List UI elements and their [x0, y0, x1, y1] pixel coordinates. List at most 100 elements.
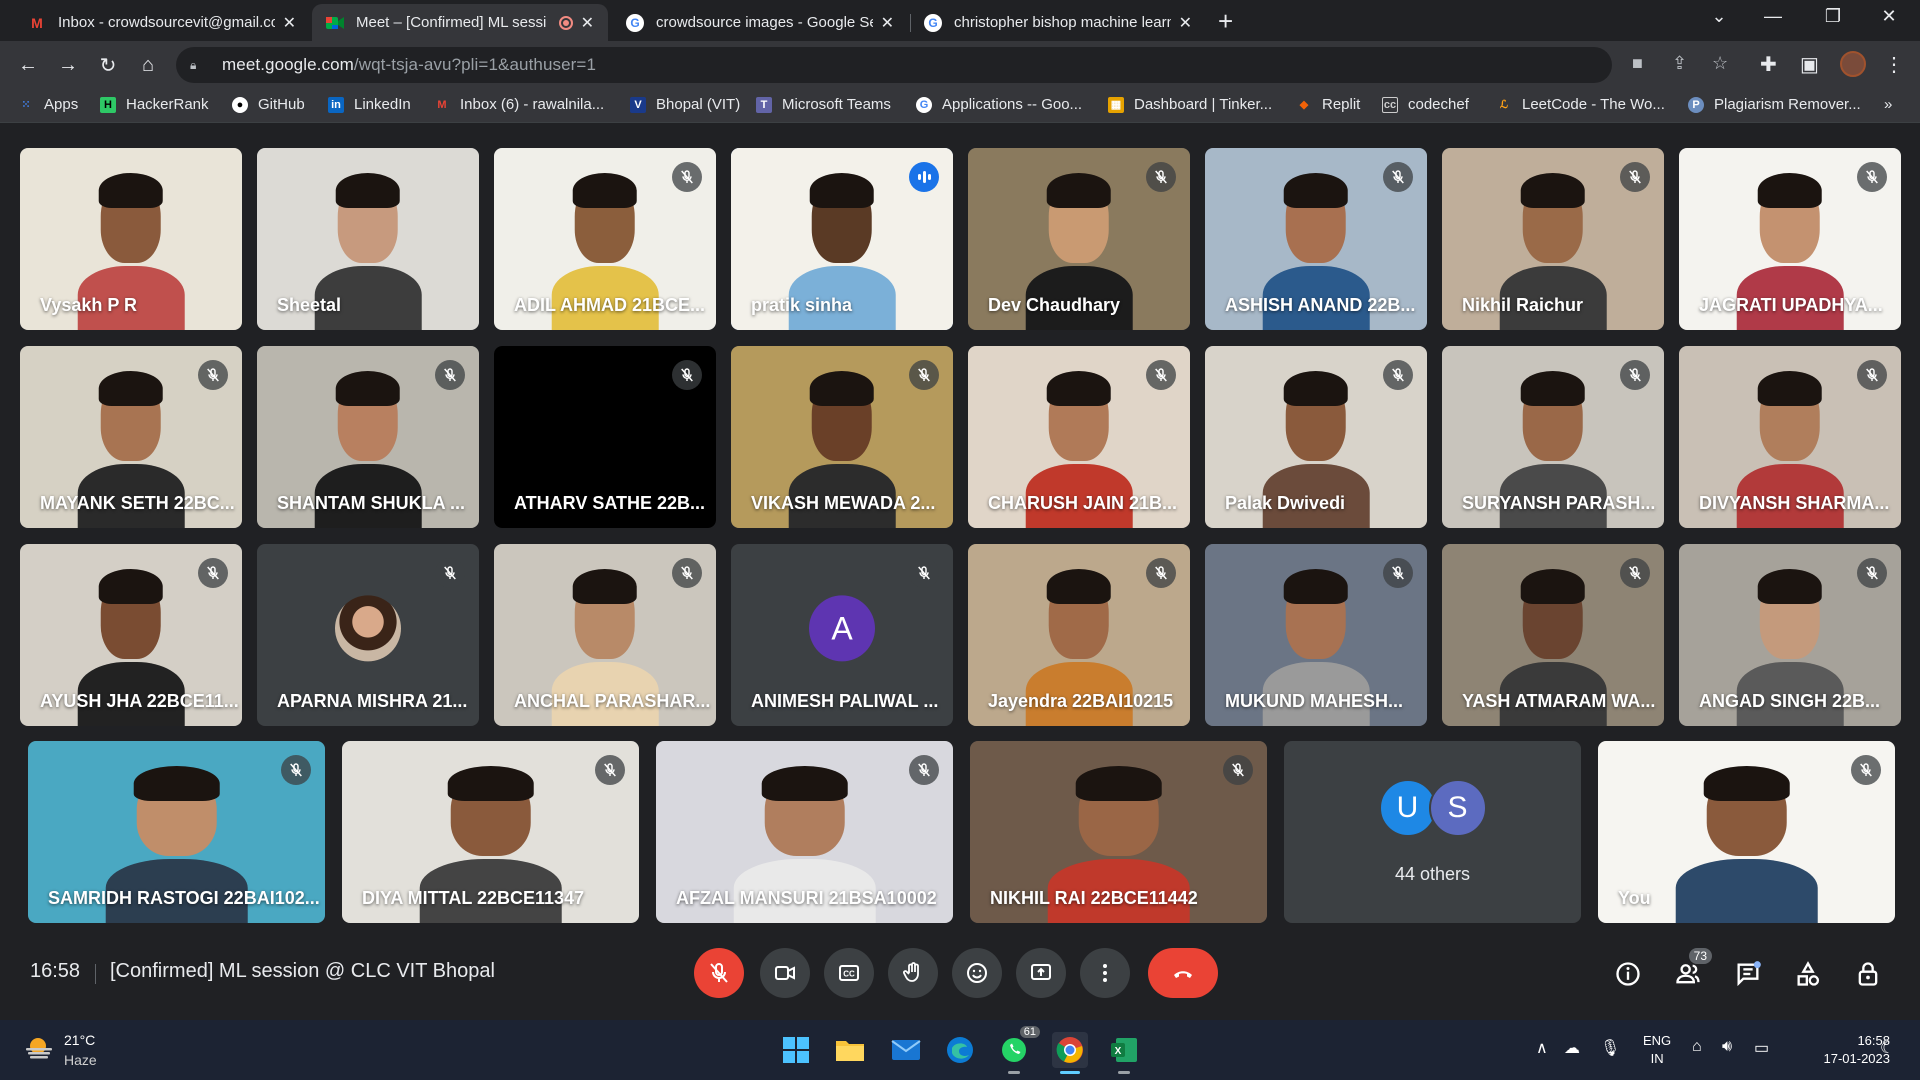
- participant-tile[interactable]: Jayendra 22BAI10215: [968, 544, 1190, 726]
- lock-icon[interactable]: 🔒︎: [190, 58, 204, 72]
- bookmark-applications[interactable]: G Applications -- Goo...: [916, 96, 1082, 113]
- bookmark-leetcode[interactable]: ℒ LeetCode - The Wo...: [1496, 96, 1665, 113]
- extensions-puzzle-icon[interactable]: ✚: [1760, 52, 1777, 77]
- participant-tile[interactable]: Nikhil Raichur: [1442, 148, 1664, 330]
- tab-google-search-crowdsource[interactable]: G crowdsource images - Google Se ✕: [612, 4, 908, 41]
- edge-browser-button[interactable]: [942, 1032, 978, 1068]
- bookmark-tinkercad[interactable]: ▦ Dashboard | Tinker...: [1108, 96, 1272, 113]
- forward-icon[interactable]: →: [54, 51, 82, 79]
- file-explorer-button[interactable]: [832, 1032, 868, 1068]
- participant-tile[interactable]: YASH ATMARAM WA...: [1442, 544, 1664, 726]
- reload-icon[interactable]: ↻: [94, 51, 122, 79]
- profile-avatar[interactable]: [1840, 51, 1866, 77]
- whatsapp-button[interactable]: 61: [996, 1026, 1040, 1074]
- tab-gmail-inbox[interactable]: M Inbox - crowdsourcevit@gmail.co ✕: [14, 4, 310, 41]
- address-url[interactable]: meet.google.com/wqt-tsja-avu?pli=1&authu…: [222, 55, 596, 75]
- close-icon[interactable]: ✕: [581, 13, 594, 33]
- tab-google-search-bishop[interactable]: G christopher bishop machine learn ✕: [910, 4, 1206, 41]
- weather-condition[interactable]: Haze: [64, 1052, 97, 1068]
- bookmark-microsoft-teams[interactable]: T Microsoft Teams: [756, 96, 891, 113]
- bookmark-hackerrank[interactable]: H HackerRank: [100, 96, 209, 113]
- participant-tile[interactable]: NIKHIL RAI 22BCE11442: [970, 741, 1267, 923]
- participant-tile[interactable]: ATHARV SATHE 22B...: [494, 346, 716, 528]
- home-icon[interactable]: ⌂: [134, 51, 162, 79]
- new-tab-button[interactable]: +: [1218, 6, 1233, 37]
- weather-haze-icon[interactable]: [24, 1036, 54, 1060]
- more-bookmarks-chevron-icon[interactable]: »: [1884, 96, 1892, 113]
- input-language-indicator[interactable]: ENG IN: [1643, 1032, 1671, 1068]
- bookmark-linkedin[interactable]: in LinkedIn: [328, 96, 411, 113]
- show-hidden-icons-chevron-icon[interactable]: ∧: [1536, 1038, 1548, 1058]
- share-icon[interactable]: ⇪: [1672, 53, 1687, 74]
- participant-tile[interactable]: JAGRATI UPADHYA...: [1679, 148, 1901, 330]
- notifications-moon-icon[interactable]: ☾: [1880, 1038, 1894, 1058]
- participant-tile[interactable]: ANCHAL PARASHAR...: [494, 544, 716, 726]
- excel-button[interactable]: X: [1106, 1032, 1142, 1074]
- bookmark-apps[interactable]: ⁙ Apps: [18, 96, 78, 113]
- participant-tile[interactable]: Vysakh P R: [20, 148, 242, 330]
- participant-tile[interactable]: ANGAD SINGH 22B...: [1679, 544, 1901, 726]
- participant-tile[interactable]: A ANIMESH PALIWAL ...: [731, 544, 953, 726]
- participant-tile[interactable]: MAYANK SETH 22BC...: [20, 346, 242, 528]
- participant-tile[interactable]: ASHISH ANAND 22B...: [1205, 148, 1427, 330]
- back-icon[interactable]: ←: [14, 51, 42, 79]
- participant-tile[interactable]: APARNA MISHRA 21...: [257, 544, 479, 726]
- battery-icon[interactable]: ▭: [1754, 1038, 1769, 1058]
- tab-google-meet[interactable]: Meet – [Confirmed] ML sessi ✕: [312, 4, 608, 41]
- participant-tile[interactable]: AYUSH JHA 22BCE11...: [20, 544, 242, 726]
- participant-tile[interactable]: DIVYANSH SHARMA...: [1679, 346, 1901, 528]
- close-icon[interactable]: ✕: [881, 13, 894, 33]
- close-window-icon[interactable]: ✕: [1866, 6, 1912, 27]
- participant-tile[interactable]: SAMRIDH RASTOGI 22BAI102...: [28, 741, 325, 923]
- bookmark-replit[interactable]: ◆ Replit: [1296, 96, 1361, 113]
- participant-tile[interactable]: MUKUND MAHESH...: [1205, 544, 1427, 726]
- emoji-reaction-button[interactable]: [952, 948, 1002, 998]
- present-screen-button[interactable]: [1016, 948, 1066, 998]
- minimize-icon[interactable]: —: [1750, 6, 1796, 27]
- bookmark-star-icon[interactable]: ☆: [1712, 53, 1728, 74]
- meeting-details-button[interactable]: [1610, 956, 1646, 992]
- participant-tile[interactable]: CHARUSH JAIN 21B...: [968, 346, 1190, 528]
- chrome-button[interactable]: [1052, 1032, 1088, 1074]
- menu-kebab-icon[interactable]: ⋮: [1884, 52, 1904, 77]
- participant-tile[interactable]: ADIL AHMAD 21BCE...: [494, 148, 716, 330]
- leave-call-button[interactable]: [1148, 948, 1218, 998]
- chat-button[interactable]: [1730, 956, 1766, 992]
- activities-button[interactable]: [1790, 956, 1826, 992]
- participant-tile[interactable]: AFZAL MANSURI 21BSA10002: [656, 741, 953, 923]
- participant-tile[interactable]: Dev Chaudhary: [968, 148, 1190, 330]
- camera-in-use-icon[interactable]: ■: [1632, 53, 1643, 74]
- address-bar[interactable]: 🔒︎ meet.google.com/wqt-tsja-avu?pli=1&au…: [176, 47, 1612, 83]
- weather-temperature[interactable]: 21°C: [64, 1032, 95, 1048]
- close-icon[interactable]: ✕: [1179, 13, 1192, 33]
- participant-tile[interactable]: DIYA MITTAL 22BCE11347: [342, 741, 639, 923]
- participants-button[interactable]: 73: [1670, 948, 1712, 992]
- bookmark-github[interactable]: ● GitHub: [232, 96, 305, 113]
- mail-app-button[interactable]: [888, 1032, 924, 1068]
- tab-search-chevron-icon[interactable]: ⌄: [1696, 6, 1742, 27]
- microphone-icon[interactable]: 🎙︎: [1600, 1038, 1620, 1058]
- camera-button[interactable]: [760, 948, 810, 998]
- participant-tile[interactable]: Sheetal: [257, 148, 479, 330]
- network-icon[interactable]: ⌂: [1692, 1038, 1702, 1056]
- participant-tile[interactable]: pratik sinha: [731, 148, 953, 330]
- mic-off-button[interactable]: [694, 948, 744, 998]
- raise-hand-button[interactable]: [888, 948, 938, 998]
- close-icon[interactable]: ✕: [283, 13, 296, 33]
- side-panel-icon[interactable]: ▣: [1800, 52, 1819, 77]
- bookmark-inbox[interactable]: M Inbox (6) - rawalnila...: [434, 96, 604, 113]
- bookmark-plagiarism-remover[interactable]: P Plagiarism Remover...: [1688, 96, 1861, 113]
- bookmark-codechef[interactable]: cc codechef: [1382, 96, 1469, 113]
- volume-icon[interactable]: 🔊︎: [1722, 1038, 1732, 1056]
- onedrive-cloud-icon[interactable]: ☁: [1564, 1038, 1580, 1058]
- captions-button[interactable]: CC: [824, 948, 874, 998]
- more-options-button[interactable]: [1080, 948, 1130, 998]
- participant-tile[interactable]: You: [1598, 741, 1895, 923]
- participant-tile[interactable]: SHANTAM SHUKLA ...: [257, 346, 479, 528]
- start-button[interactable]: [778, 1032, 814, 1068]
- others-participants-tile[interactable]: U S 44 others: [1284, 741, 1581, 923]
- participant-tile[interactable]: SURYANSH PARASH...: [1442, 346, 1664, 528]
- bookmark-bhopal-vit[interactable]: V Bhopal (VIT): [630, 96, 740, 113]
- restore-icon[interactable]: ❐: [1810, 6, 1856, 27]
- host-controls-button[interactable]: [1850, 956, 1886, 992]
